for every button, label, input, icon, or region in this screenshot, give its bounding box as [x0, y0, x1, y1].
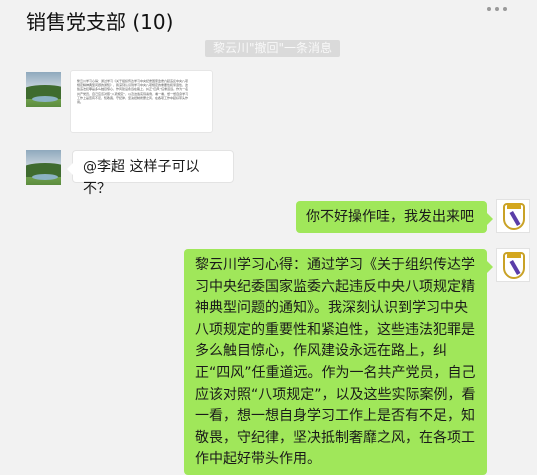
bubble-tail — [487, 213, 493, 225]
real-madrid-crest-icon — [503, 203, 525, 230]
more-dots-icon[interactable] — [487, 0, 517, 11]
image-thumbnail-text: 黎云川学习心得：通过学习《关于组织传达学习中央纪委国家监委六起违反中央八项规定精… — [77, 79, 189, 105]
avatar[interactable] — [26, 72, 61, 107]
message-bubble[interactable]: 黎云川学习心得：通过学习《关于组织传达学习中央纪委国家监委六起违反中央八项规定精… — [184, 249, 493, 475]
real-madrid-crest-icon — [503, 252, 525, 279]
message-bubble[interactable]: @李超 这样子可以不？ — [67, 150, 234, 197]
message-text: 你不好操作哇，我发出来吧 — [306, 209, 474, 225]
message-text: 黎云川学习心得：通过学习《关于组织传达学习中央纪委国家监委六起违反中央八项规定精… — [195, 257, 476, 468]
avatar[interactable] — [496, 248, 530, 282]
message-bubble[interactable]: 你不好操作哇，我发出来吧 — [296, 201, 493, 233]
avatar[interactable] — [496, 199, 530, 233]
message-text: @李超 这样子可以不？ — [83, 159, 200, 197]
chat-title: 销售党支部 (10) — [26, 10, 174, 34]
bubble-tail — [487, 261, 493, 273]
avatar[interactable] — [26, 150, 61, 185]
recall-notice: 黎云川"撤回"一条消息 — [205, 40, 341, 57]
image-message[interactable]: 黎云川学习心得：通过学习《关于组织传达学习中央纪委国家监委六起违反中央八项规定精… — [70, 70, 213, 133]
bubble-tail — [67, 163, 73, 175]
